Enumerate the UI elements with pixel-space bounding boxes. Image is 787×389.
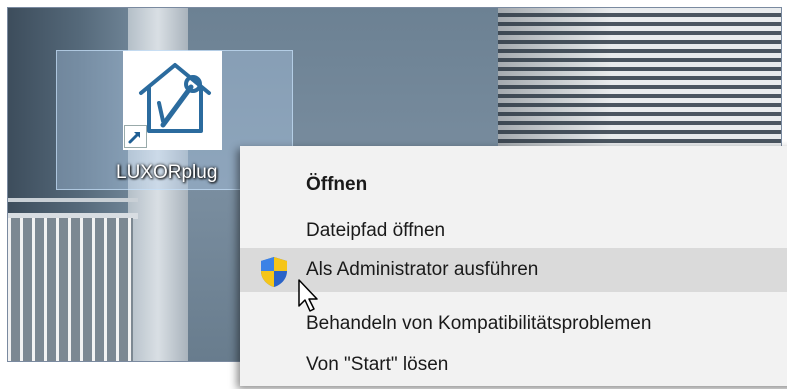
background-railing — [8, 218, 133, 361]
shortcut-arrow-icon — [124, 125, 147, 148]
menu-item-label: Öffnen — [306, 174, 368, 195]
desktop-shortcut-luxorplug[interactable]: LUXORplug — [116, 51, 223, 183]
menu-item-label: Von "Start" lösen — [306, 354, 449, 375]
menu-item-label: Als Administrator ausführen — [306, 259, 539, 280]
background-railing-rail — [8, 198, 138, 202]
menu-item-label: Dateipfad öffnen — [306, 220, 446, 241]
context-menu: Öffnen Dateipfad öffnen Als Administrato… — [240, 146, 787, 386]
menu-item-label: Behandeln von Kompatibilitätsproblemen — [306, 313, 652, 334]
menu-item-unpin-from-start[interactable]: Von "Start" lösen — [240, 343, 787, 389]
menu-item-run-as-administrator[interactable]: Als Administrator ausführen — [240, 248, 787, 292]
desktop-shortcut-label: LUXORplug — [116, 162, 218, 183]
mouse-cursor-icon — [297, 278, 321, 314]
menu-item-open[interactable]: Öffnen — [240, 163, 787, 209]
menu-item-troubleshoot-compatibility[interactable]: Behandeln von Kompatibilitätsproblemen — [240, 302, 787, 348]
uac-shield-icon — [259, 256, 289, 288]
